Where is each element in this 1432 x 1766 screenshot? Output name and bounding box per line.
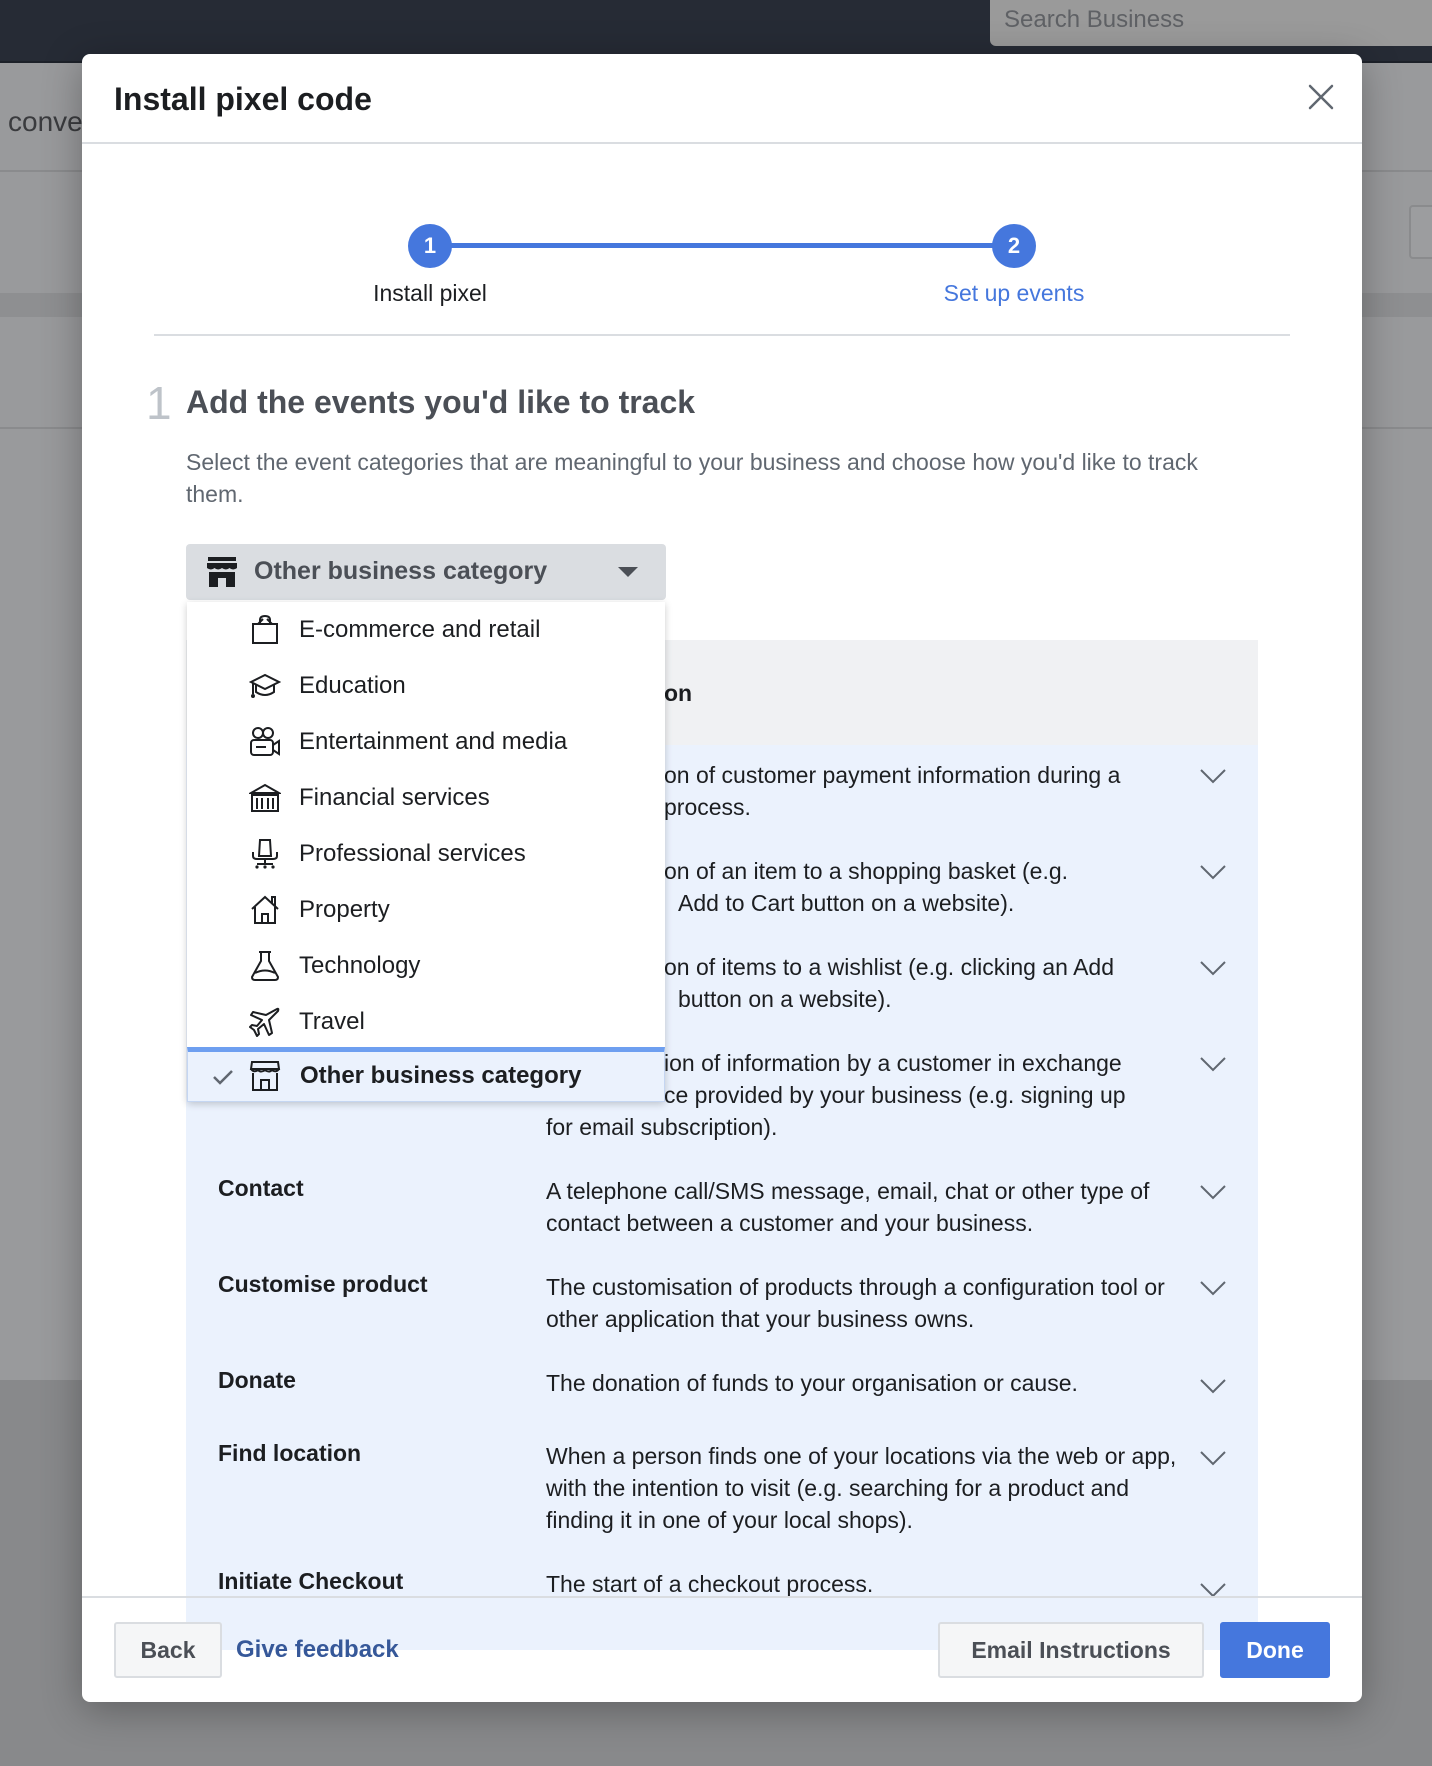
modal-title: Install pixel code — [114, 81, 372, 117]
stepper-progress-line — [430, 243, 1014, 248]
menu-item-ecommerce[interactable]: E-commerce and retail — [187, 602, 665, 658]
background-button — [1409, 205, 1432, 259]
business-category-menu: E-commerce and retail Education Entertai… — [187, 602, 665, 1102]
menu-item-technology[interactable]: Technology — [187, 938, 665, 994]
row-description: on of items to a wishlist (e.g. clicking… — [664, 954, 1114, 1012]
install-pixel-modal: Install pixel code 1 2 Install pixel Set… — [82, 54, 1362, 1702]
row-description: The donation of funds to your organisati… — [546, 1370, 1078, 1396]
menu-item-label: E-commerce and retail — [299, 616, 541, 643]
menu-item-label: Financial services — [299, 784, 490, 811]
dropdown-selected-label: Other business category — [254, 557, 548, 585]
chevron-down-icon[interactable] — [1198, 1376, 1228, 1396]
business-category-dropdown[interactable]: Other business category — [186, 544, 666, 600]
store-icon — [207, 557, 237, 587]
chevron-down-icon[interactable] — [1198, 1278, 1228, 1298]
menu-item-label: Professional services — [299, 840, 526, 867]
close-button[interactable] — [1304, 80, 1338, 114]
row-description: ion of information by a customer in exch… — [664, 1050, 1126, 1108]
stepper-divider — [154, 334, 1290, 336]
section-heading: Add the events you'd like to track — [186, 384, 696, 420]
menu-item-other-selected[interactable]: Other business category — [187, 1047, 665, 1102]
menu-item-financial[interactable]: Financial services — [187, 770, 665, 826]
office-chair-icon — [252, 839, 278, 869]
menu-item-label: Technology — [299, 952, 421, 979]
row-description: on of an item to a shopping basket (e.g.… — [664, 858, 1069, 916]
row-event-name: Donate — [218, 1367, 296, 1393]
caret-down-icon — [618, 567, 638, 577]
chevron-down-icon[interactable] — [1198, 1054, 1228, 1074]
row-event-name: Initiate Checkout — [218, 1568, 404, 1594]
step-1-circle: 1 — [408, 224, 452, 268]
table-header-description: on — [664, 680, 693, 706]
close-icon — [1308, 84, 1334, 110]
step-1-label[interactable]: Install pixel — [300, 280, 560, 307]
menu-item-property[interactable]: Property — [187, 882, 665, 938]
search-business-input[interactable]: Search Business — [990, 0, 1432, 46]
menu-item-label: Other business category — [300, 1062, 582, 1089]
chevron-down-icon[interactable] — [1198, 1448, 1228, 1468]
chevron-down-icon[interactable] — [1198, 862, 1228, 882]
section-description: Select the event categories that are mea… — [186, 449, 1198, 507]
row-description: The customisation of products through a … — [546, 1274, 1165, 1332]
row-description: A telephone call/SMS message, email, cha… — [546, 1178, 1150, 1236]
email-instructions-button[interactable]: Email Instructions — [938, 1622, 1204, 1678]
give-feedback-link[interactable]: Give feedback — [236, 1622, 399, 1678]
chevron-down-icon[interactable] — [1198, 1182, 1228, 1202]
shopping-bag-icon — [252, 614, 278, 644]
row-event-name: Find location — [218, 1440, 362, 1466]
chevron-down-icon[interactable] — [1198, 958, 1228, 978]
video-camera-icon — [250, 727, 280, 756]
chevron-down-icon[interactable] — [1198, 766, 1228, 786]
step-2-label[interactable]: Set up events — [884, 280, 1144, 307]
footer-divider — [82, 1596, 1362, 1598]
row-description: on of customer payment information durin… — [664, 762, 1121, 820]
back-button[interactable]: Back — [114, 1622, 222, 1678]
menu-item-label: Education — [299, 672, 406, 699]
menu-item-education[interactable]: Education — [187, 658, 665, 714]
row-event-name: Customise product — [218, 1271, 428, 1297]
header-divider — [82, 142, 1362, 144]
menu-item-travel[interactable]: Travel — [187, 994, 665, 1050]
background-page-text: conve — [8, 106, 83, 137]
step-2-circle: 2 — [992, 224, 1036, 268]
section-number: 1 — [146, 377, 172, 429]
checkmark-icon — [213, 1070, 233, 1085]
house-icon — [251, 895, 279, 924]
graduation-cap-icon — [249, 673, 281, 698]
menu-item-label: Travel — [299, 1008, 365, 1035]
row-description-continued: for email subscription). — [546, 1114, 778, 1140]
menu-item-professional[interactable]: Professional services — [187, 826, 665, 882]
menu-item-entertainment[interactable]: Entertainment and media — [187, 714, 665, 770]
menu-item-label: Property — [299, 896, 390, 923]
done-button[interactable]: Done — [1220, 1622, 1330, 1678]
menu-item-label: Entertainment and media — [299, 728, 568, 755]
row-description: When a person finds one of your location… — [546, 1443, 1177, 1533]
airplane-icon — [249, 1007, 280, 1037]
store-icon — [249, 1061, 281, 1091]
bank-icon — [249, 783, 281, 812]
flask-icon — [250, 951, 280, 981]
row-event-name: Contact — [218, 1175, 304, 1201]
